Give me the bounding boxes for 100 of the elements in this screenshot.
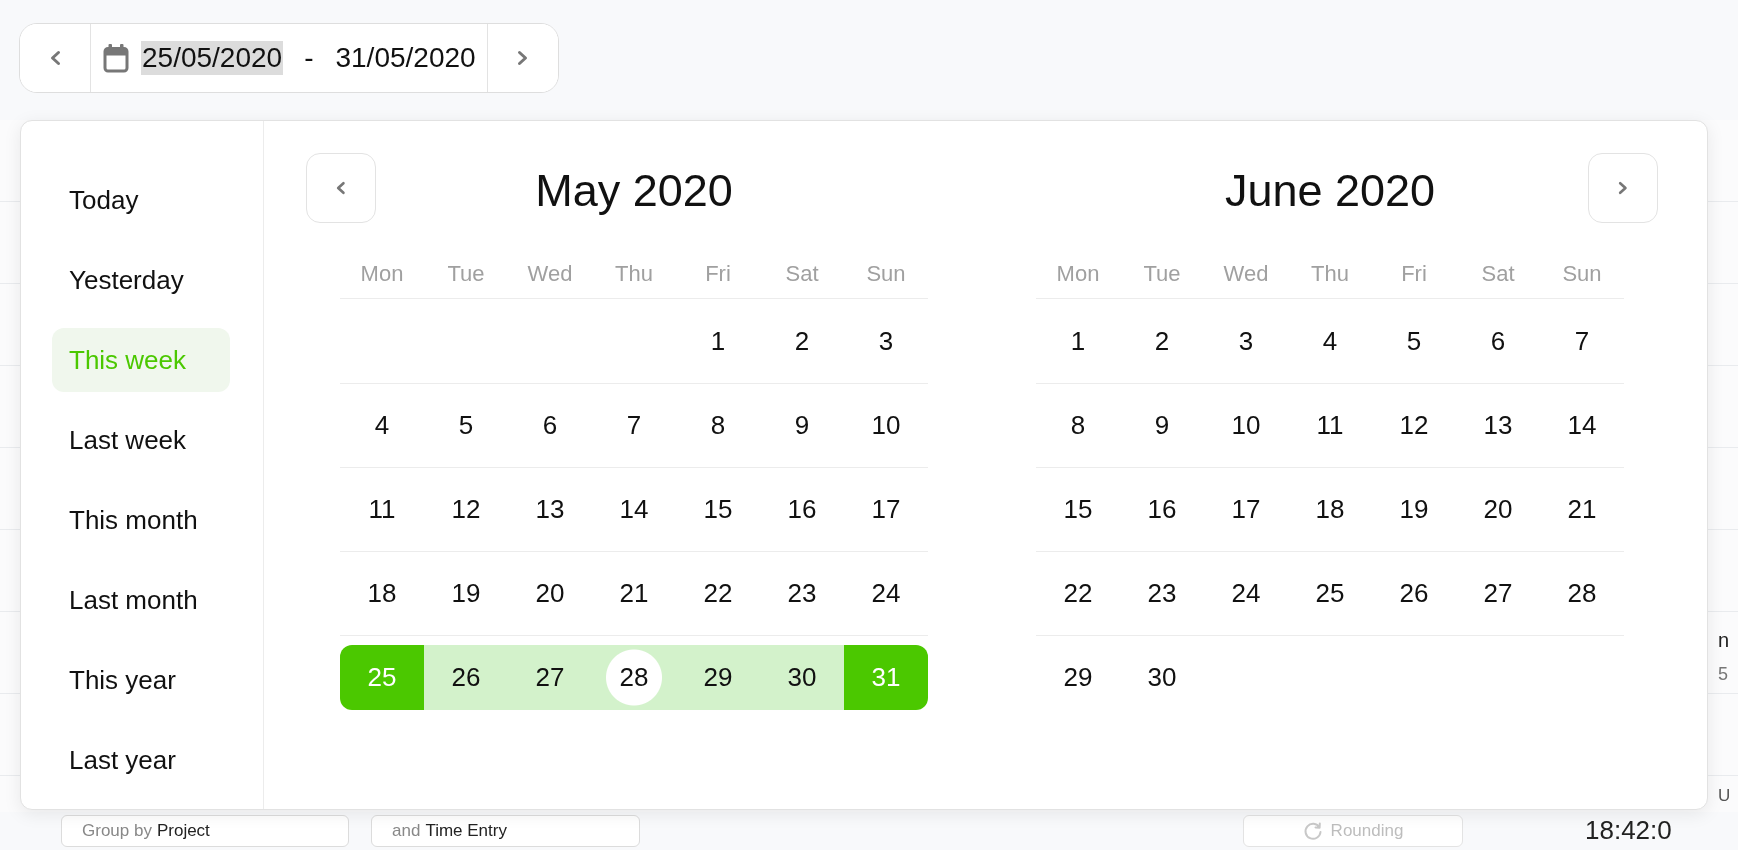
- calendar-day[interactable]: 10: [844, 393, 928, 458]
- calendar-day[interactable]: 10: [1204, 393, 1288, 458]
- calendar-day[interactable]: 4: [340, 393, 424, 458]
- month-title: May 2020: [535, 164, 733, 217]
- calendar-day[interactable]: 17: [1204, 477, 1288, 542]
- calendar-day[interactable]: 7: [1540, 308, 1624, 374]
- label-text: U: [1718, 785, 1732, 807]
- calendar-day[interactable]: 28: [1540, 561, 1624, 626]
- calendar-day[interactable]: 20: [1456, 477, 1540, 542]
- calendar-day[interactable]: 26: [1372, 561, 1456, 626]
- preset-option[interactable]: Last month: [52, 568, 230, 632]
- calendar-day[interactable]: 9: [1120, 393, 1204, 458]
- calendar-icon: [103, 43, 129, 73]
- calendar-day[interactable]: 19: [1372, 477, 1456, 542]
- calendar-day[interactable]: 12: [1372, 393, 1456, 458]
- dropdown-label: and: [392, 820, 421, 843]
- preset-option[interactable]: Last year: [52, 728, 230, 792]
- dropdown-label: Group by: [82, 820, 152, 843]
- calendar-day[interactable]: 6: [1456, 308, 1540, 374]
- preset-option[interactable]: This month: [52, 488, 230, 552]
- calendar-day[interactable]: 18: [1288, 477, 1372, 542]
- calendar-day[interactable]: 13: [1456, 393, 1540, 458]
- calendar-day[interactable]: 23: [1120, 561, 1204, 626]
- weekday-label: Sun: [1562, 261, 1602, 288]
- calendar-day[interactable]: 13: [508, 477, 592, 542]
- weekday-label: Fri: [705, 261, 731, 288]
- chevron-right-icon: [1618, 181, 1628, 195]
- calendar-day[interactable]: 21: [1540, 477, 1624, 542]
- weekday-label: Sat: [1481, 261, 1515, 288]
- calendar-day[interactable]: 2: [760, 308, 844, 374]
- calendar-day[interactable]: 11: [340, 477, 424, 542]
- date-range-field[interactable]: 25/05/2020 - 31/05/2020: [90, 24, 488, 92]
- calendar-day[interactable]: 22: [1036, 561, 1120, 626]
- calendar-day[interactable]: 20: [508, 561, 592, 626]
- dropdown[interactable]: Group by Project: [61, 815, 349, 847]
- calendar-day[interactable]: 16: [1120, 477, 1204, 542]
- calendar-day[interactable]: 23: [760, 561, 844, 626]
- calendar-day[interactable]: 25: [1288, 561, 1372, 626]
- calendar-day[interactable]: 7: [592, 393, 676, 458]
- weekday-label: Thu: [1311, 261, 1349, 288]
- weekday-label: Wed: [527, 261, 573, 288]
- calendar-day[interactable]: 1: [676, 308, 760, 374]
- weekday-label: Wed: [1223, 261, 1269, 288]
- weekday-label: Mon: [1056, 261, 1100, 288]
- calendar-day[interactable]: 24: [1204, 561, 1288, 626]
- calendar-day[interactable]: 30: [1120, 645, 1204, 710]
- calendar-day[interactable]: 9: [760, 393, 844, 458]
- calendar-day[interactable]: 15: [676, 477, 760, 542]
- calendar-day[interactable]: 30: [760, 645, 844, 710]
- calendar-day[interactable]: 2: [1120, 308, 1204, 374]
- calendar-day[interactable]: 27: [508, 645, 592, 710]
- calendar-day[interactable]: 29: [1036, 645, 1120, 710]
- month-title: June 2020: [1224, 164, 1436, 217]
- weekday-label: Mon: [360, 261, 404, 288]
- calendar-day[interactable]: 6: [508, 393, 592, 458]
- chevron-left-icon: [49, 50, 61, 66]
- weekday-label: Fri: [1401, 261, 1427, 288]
- heading-text: n: [1718, 628, 1731, 652]
- timer-text: 18:42:0: [1585, 815, 1672, 847]
- calendar-day[interactable]: 18: [340, 561, 424, 626]
- calendar-day[interactable]: 26: [424, 645, 508, 710]
- calendar-day[interactable]: 16: [760, 477, 844, 542]
- calendar-day[interactable]: 3: [844, 308, 928, 374]
- chevron-right-icon: [517, 50, 529, 66]
- calendar-day[interactable]: 28: [592, 645, 676, 710]
- calendar-day[interactable]: 21: [592, 561, 676, 626]
- dropdown[interactable]: and Time Entry: [371, 815, 640, 847]
- calendar-day[interactable]: 19: [424, 561, 508, 626]
- calendar-day[interactable]: 27: [1456, 561, 1540, 626]
- preset-option[interactable]: Today: [52, 168, 230, 232]
- calendar-day[interactable]: 29: [676, 645, 760, 710]
- start-date: 25/05/2020: [141, 41, 284, 75]
- calendar-day[interactable]: 14: [1540, 393, 1624, 458]
- next-month-button[interactable]: [1588, 153, 1658, 223]
- circular-arrow-icon: [1302, 821, 1323, 841]
- calendar-day[interactable]: 24: [844, 561, 928, 626]
- calendar-day[interactable]: 11: [1288, 393, 1372, 458]
- calendar-day[interactable]: 15: [1036, 477, 1120, 542]
- calendar-day[interactable]: 1: [1036, 308, 1120, 374]
- weekday-label: Thu: [615, 261, 653, 288]
- calendar-day[interactable]: 5: [424, 393, 508, 458]
- previous-month-button[interactable]: [306, 153, 376, 223]
- weekday-label: Tue: [1143, 261, 1181, 288]
- calendar-day[interactable]: 5: [1372, 308, 1456, 374]
- date-separator: -: [304, 41, 314, 75]
- preset-option[interactable]: Last week: [52, 408, 230, 472]
- dropdown-value: Time Entry: [425, 820, 507, 843]
- calendar-day[interactable]: 3: [1204, 308, 1288, 374]
- calendar-day[interactable]: 14: [592, 477, 676, 542]
- calendar-day[interactable]: 22: [676, 561, 760, 626]
- calendar-day[interactable]: 8: [1036, 393, 1120, 458]
- preset-option[interactable]: Yesterday: [52, 248, 230, 312]
- calendar-day[interactable]: 17: [844, 477, 928, 542]
- calendar-day[interactable]: 8: [676, 393, 760, 458]
- weekday-label: Tue: [447, 261, 485, 288]
- calendar-day[interactable]: 4: [1288, 308, 1372, 374]
- preset-option[interactable]: This year: [52, 648, 230, 712]
- dropdown-value: Project: [156, 820, 210, 843]
- calendar-day[interactable]: 12: [424, 477, 508, 542]
- chevron-left-icon: [336, 181, 346, 195]
